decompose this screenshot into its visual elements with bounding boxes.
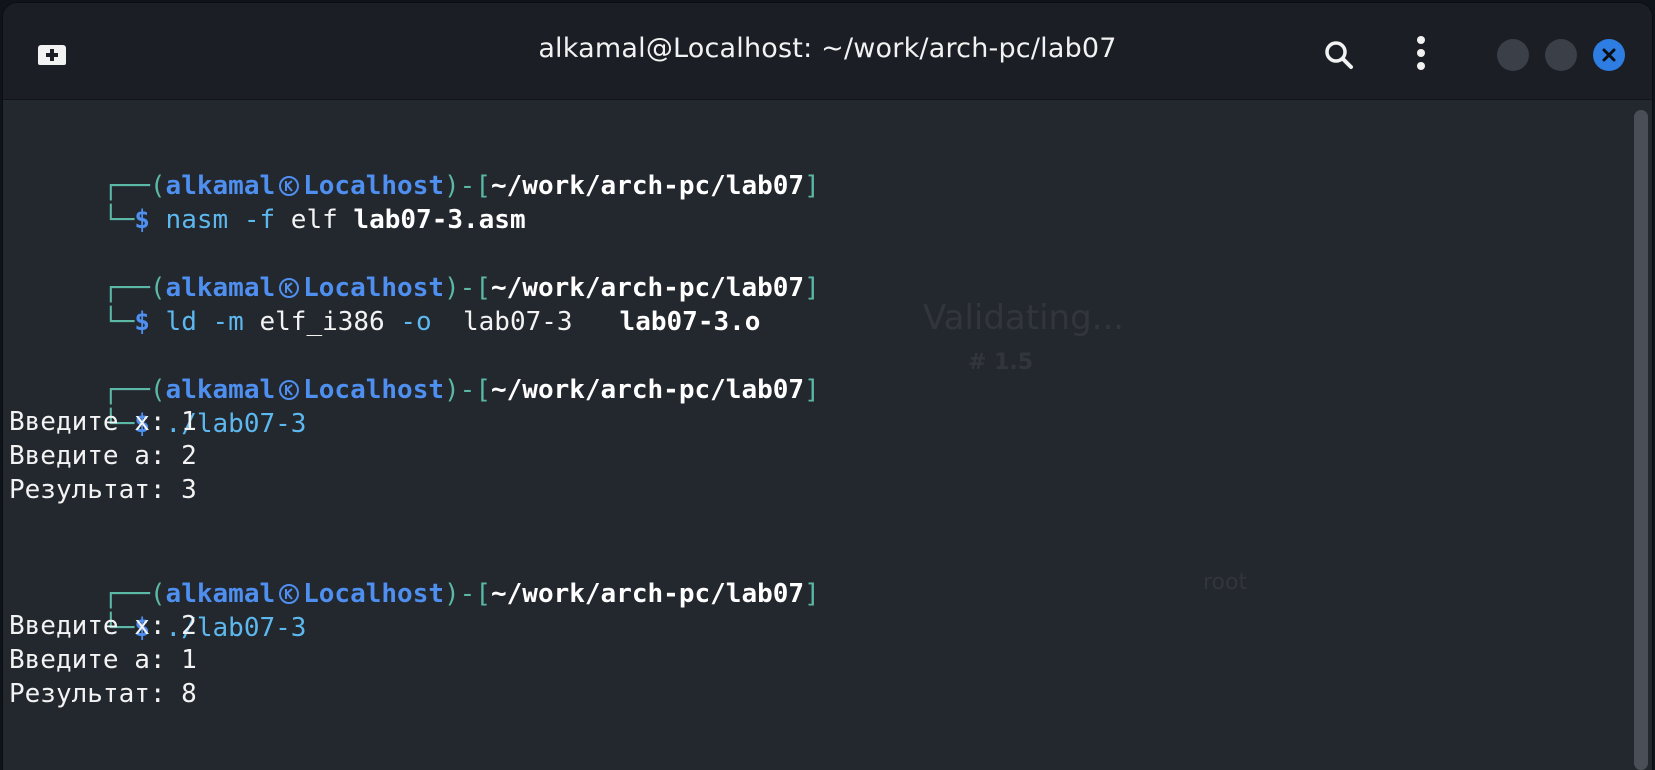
output-line: Результат: 8 <box>9 679 197 709</box>
window-title: alkamal@Localhost: ~/work/arch-pc/lab07 <box>538 33 1117 64</box>
search-button[interactable] <box>1323 39 1355 71</box>
maximize-button[interactable] <box>1545 39 1577 71</box>
title-bar: alkamal@Localhost: ~/work/arch-pc/lab07 <box>3 3 1652 100</box>
output-line: Введите x: 2 <box>9 611 197 641</box>
close-icon <box>1602 48 1616 62</box>
vertical-scrollbar[interactable] <box>1634 110 1648 770</box>
search-icon <box>1325 41 1353 69</box>
terminal-window: alkamal@Localhost: ~/work/arch-pc/lab07 … <box>3 3 1652 770</box>
output-line: Введите a: 1 <box>9 645 197 675</box>
output-line: Результат: 3 <box>9 475 197 505</box>
background-ghost-validating: Validating... <box>923 298 1125 338</box>
vertical-dots-icon <box>1413 36 1429 70</box>
output-line: Введите a: 2 <box>9 441 197 471</box>
minimize-button[interactable] <box>1497 39 1529 71</box>
close-button[interactable] <box>1593 39 1625 71</box>
output-line: Введите x: 1 <box>9 407 197 437</box>
menu-button[interactable] <box>1413 36 1429 74</box>
terminal-output[interactable]: Validating... # 1.5 root ┌──(alkamal Loca… <box>3 100 1623 770</box>
background-ghost-root: root <box>1203 570 1248 595</box>
background-ghost-number: # 1.5 <box>968 350 1034 375</box>
